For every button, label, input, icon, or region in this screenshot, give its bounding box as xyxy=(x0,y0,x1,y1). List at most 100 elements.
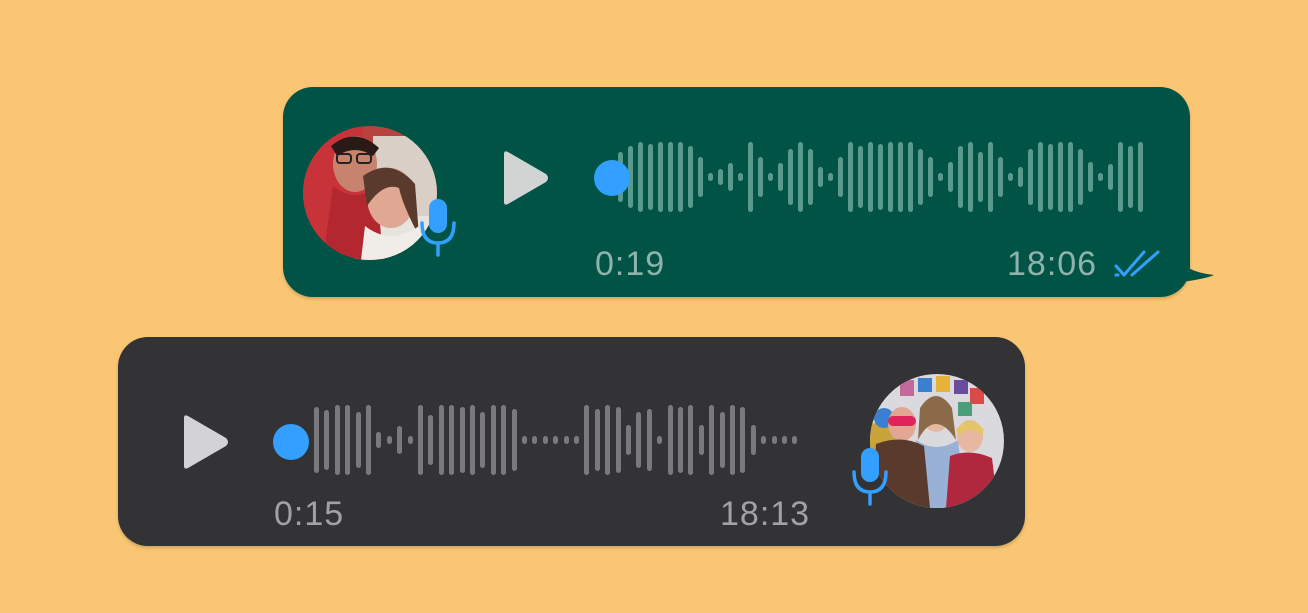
waveform-bar xyxy=(958,146,963,208)
waveform-bar xyxy=(428,415,434,465)
waveform-bar xyxy=(553,436,559,444)
waveform-bar xyxy=(858,146,863,208)
voice-duration: 0:15 xyxy=(274,495,345,533)
waveform-bar xyxy=(1058,142,1063,212)
waveform-bar xyxy=(678,407,683,473)
waveform-bar xyxy=(1048,144,1053,210)
waveform-bar xyxy=(314,407,319,473)
waveform-bar xyxy=(563,436,569,444)
bubble-tail xyxy=(1170,245,1214,282)
waveform-bar xyxy=(636,412,642,468)
waveform-bar xyxy=(848,142,853,212)
waveform-bar xyxy=(868,142,873,212)
mic-icon xyxy=(852,448,888,506)
waveform-bar xyxy=(698,425,704,455)
voice-duration: 0:19 xyxy=(595,245,666,283)
waveform-bar xyxy=(366,405,371,475)
waveform-bar xyxy=(501,405,507,475)
waveform-bar xyxy=(718,169,723,185)
waveform-bar xyxy=(490,405,496,475)
waveform-bar xyxy=(386,436,392,444)
waveform-bar xyxy=(771,436,777,444)
waveform-bar xyxy=(594,409,600,471)
read-double-check-icon xyxy=(1114,250,1160,277)
waveform-bar xyxy=(1128,146,1133,208)
waveform-bar xyxy=(688,146,693,208)
waveform-bar xyxy=(792,436,798,444)
waveform-bar xyxy=(480,412,486,468)
waveform-bar xyxy=(838,157,843,197)
waveform-bar xyxy=(522,436,527,444)
waveform-bar xyxy=(750,425,756,455)
waveform-bar xyxy=(418,405,423,475)
playback-scrubber-handle[interactable] xyxy=(273,424,309,460)
play-icon[interactable] xyxy=(180,414,230,470)
waveform-bar xyxy=(818,167,823,187)
waveform-bar xyxy=(948,162,953,192)
waveform-bar xyxy=(449,405,455,475)
waveform-bar xyxy=(1098,173,1103,181)
waveform-bar xyxy=(1068,142,1073,212)
waveform-bar xyxy=(584,405,590,475)
waveform-bar xyxy=(878,144,883,210)
waveform-bar xyxy=(768,173,773,181)
waveform-bar xyxy=(532,436,538,444)
waveform-bar xyxy=(968,142,973,212)
play-icon[interactable] xyxy=(500,150,550,206)
waveform-bar xyxy=(1138,142,1143,212)
waveform-bar xyxy=(648,144,653,210)
waveform-bar xyxy=(719,412,725,468)
waveform-bar xyxy=(908,142,913,212)
waveform-bar xyxy=(678,142,683,212)
waveform-bar xyxy=(345,405,351,475)
waveform-bar xyxy=(1118,142,1123,212)
waveform-bar xyxy=(1108,164,1113,190)
sender-avatar[interactable] xyxy=(303,126,437,260)
waveform-bar xyxy=(782,436,787,444)
playback-scrubber-handle[interactable] xyxy=(594,160,630,196)
waveform-bar xyxy=(798,142,803,212)
waveform-bar xyxy=(376,432,382,448)
waveform-bar xyxy=(324,410,330,470)
waveform-bar xyxy=(407,436,413,444)
waveform-bar xyxy=(459,407,465,473)
waveform-bar xyxy=(334,405,340,475)
waveform-bar xyxy=(667,405,673,475)
waveform-bar xyxy=(808,149,813,205)
message-time: 18:13 xyxy=(720,495,811,533)
waveform-bar xyxy=(1088,162,1093,192)
waveform-bar xyxy=(888,142,893,212)
waveform-bar xyxy=(748,142,753,212)
waveform-bar xyxy=(730,405,735,475)
waveform-bar xyxy=(928,157,933,197)
waveform-bar xyxy=(688,405,694,475)
waveform-bar xyxy=(988,142,993,212)
waveform-bar xyxy=(758,157,763,197)
waveform-bar xyxy=(626,425,631,455)
waveform-bar xyxy=(1078,149,1083,205)
waveform-bar xyxy=(470,405,475,475)
waveform-bar xyxy=(740,407,746,473)
waveform-bar xyxy=(605,405,611,475)
waveform-bar xyxy=(668,142,673,212)
waveform-bar xyxy=(761,436,767,444)
waveform-bar xyxy=(698,157,703,197)
waveform-bar xyxy=(828,173,833,181)
waveform-bar xyxy=(511,409,517,471)
waveform-bar xyxy=(542,436,548,444)
waveform-bar xyxy=(938,173,943,181)
waveform-bar xyxy=(658,142,663,212)
waveform-bar xyxy=(778,163,783,191)
waveform-bar xyxy=(646,409,652,471)
waveform-bar xyxy=(574,436,579,444)
waveform-bar xyxy=(978,152,983,202)
sender-avatar[interactable] xyxy=(870,374,1004,508)
waveform-bar xyxy=(708,173,713,181)
waveform-bar xyxy=(1008,173,1013,181)
waveform-bar xyxy=(709,405,715,475)
waveform-bar xyxy=(438,405,444,475)
waveform-bar xyxy=(728,163,733,191)
message-time: 18:06 xyxy=(1007,245,1098,283)
waveform-bar xyxy=(638,142,643,212)
waveform-bar xyxy=(898,142,903,212)
